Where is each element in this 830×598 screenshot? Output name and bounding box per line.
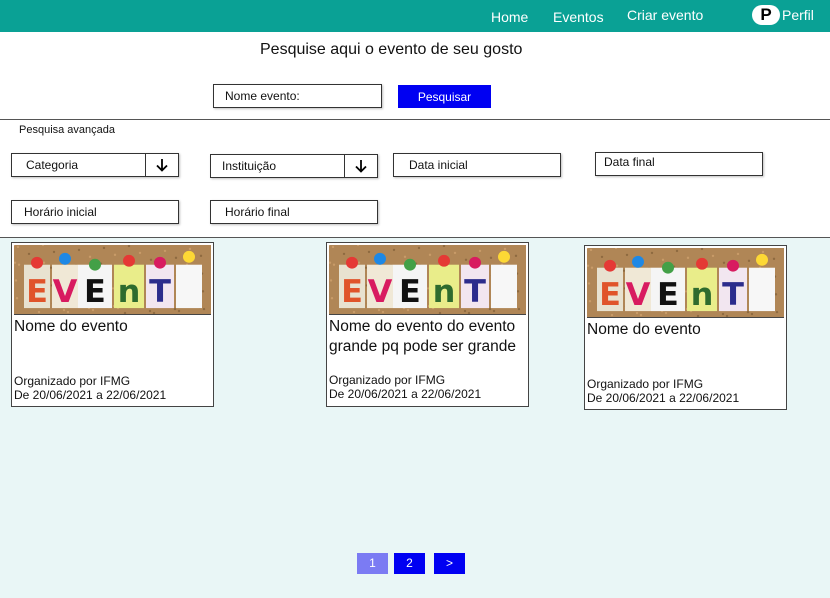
- event-name: Nome do evento: [587, 321, 701, 338]
- event-name: Nome do evento do evento grande pq pode …: [329, 318, 517, 355]
- page-2-button[interactable]: 2: [394, 553, 425, 574]
- event-dates: De 20/06/2021 a 22/06/2021: [587, 391, 740, 405]
- push-pin-icon: [404, 258, 416, 271]
- event-image: EVEnT: [14, 245, 211, 315]
- event-image: EVEnT: [329, 245, 526, 315]
- institution-dropdown[interactable]: Instituição: [210, 154, 378, 178]
- page-1-button[interactable]: 1: [357, 553, 388, 574]
- svg-text:T: T: [464, 274, 486, 310]
- event-name: Nome do evento: [14, 318, 128, 335]
- push-pin-icon: [696, 257, 708, 270]
- push-pin-icon: [604, 259, 616, 272]
- event-image: EVEnT: [587, 248, 784, 318]
- event-corkboard-image: EVEnT: [329, 245, 526, 314]
- svg-text:T: T: [722, 277, 744, 313]
- push-pin-icon: [31, 256, 43, 269]
- end-time-label: Horário final: [225, 205, 290, 219]
- svg-text:E: E: [599, 277, 621, 313]
- push-pin-icon: [346, 256, 358, 269]
- push-pin-icon: [59, 252, 71, 265]
- institution-label: Instituição: [222, 159, 277, 173]
- svg-text:V: V: [368, 274, 393, 310]
- letter-tile: E: [339, 256, 365, 310]
- event-organizer: Organizado por IFMG: [14, 374, 131, 388]
- event-card[interactable]: EVEnT Nome do evento Organizado por IFMG…: [584, 245, 787, 410]
- nav-create-event-link[interactable]: Criar evento: [627, 6, 703, 24]
- event-dates: De 20/06/2021 a 22/06/2021: [329, 387, 482, 401]
- event-dates: De 20/06/2021 a 22/06/2021: [14, 388, 167, 402]
- push-pin-icon: [183, 250, 195, 263]
- start-time-label: Horário inicial: [24, 205, 97, 219]
- search-button[interactable]: Pesquisar: [398, 85, 491, 108]
- svg-text:n: n: [118, 274, 141, 310]
- search-input[interactable]: [213, 84, 382, 108]
- letter-tile: E: [651, 261, 685, 313]
- end-time-field[interactable]: Horário final: [210, 200, 378, 224]
- nav-home-link[interactable]: Home: [491, 8, 528, 26]
- end-date-label: Data final: [604, 155, 655, 169]
- push-pin-icon: [469, 256, 481, 269]
- svg-text:E: E: [341, 274, 363, 310]
- arrow-down-icon: [145, 153, 178, 177]
- start-date-label: Data inicial: [409, 158, 468, 172]
- event-card[interactable]: EVEnT Nome do evento do evento grande pq…: [326, 242, 529, 407]
- top-navbar: Home Eventos Criar evento P Perfil: [0, 0, 830, 32]
- push-pin-icon: [632, 255, 644, 268]
- letter-tile: E: [78, 258, 112, 310]
- arrow-down-icon: [344, 154, 377, 178]
- letter-tile: E: [393, 258, 427, 310]
- letter-tile: T: [146, 256, 174, 310]
- avatar: P: [752, 5, 780, 25]
- start-date-field[interactable]: Data inicial: [393, 153, 561, 177]
- letter-tile: T: [461, 256, 489, 310]
- page-title: Pesquise aqui o evento de seu gosto: [260, 41, 523, 58]
- event-organizer: Organizado por IFMG: [587, 377, 704, 391]
- letter-tile: T: [719, 259, 747, 313]
- push-pin-icon: [756, 253, 768, 266]
- svg-text:n: n: [691, 277, 714, 313]
- svg-text:E: E: [657, 277, 679, 313]
- push-pin-icon: [89, 258, 101, 271]
- nav-profile-link[interactable]: P Perfil: [752, 5, 814, 25]
- push-pin-icon: [438, 254, 450, 267]
- start-time-field[interactable]: Horário inicial: [11, 200, 179, 224]
- svg-text:V: V: [53, 274, 78, 310]
- push-pin-icon: [662, 261, 674, 274]
- svg-text:E: E: [26, 274, 48, 310]
- push-pin-icon: [727, 259, 739, 272]
- event-corkboard-image: EVEnT: [587, 248, 784, 317]
- event-corkboard-image: EVEnT: [14, 245, 211, 314]
- category-dropdown[interactable]: Categoria: [11, 153, 179, 177]
- advanced-search-title: Pesquisa avançada: [19, 124, 116, 136]
- svg-text:T: T: [149, 274, 171, 310]
- letter-tile: E: [24, 256, 50, 310]
- event-card[interactable]: EVEnT Nome do evento Organizado por IFMG…: [11, 242, 214, 407]
- push-pin-icon: [374, 252, 386, 265]
- push-pin-icon: [123, 254, 135, 267]
- next-page-button[interactable]: >: [434, 553, 465, 574]
- event-organizer: Organizado por IFMG: [329, 373, 446, 387]
- nav-events-link[interactable]: Eventos: [553, 8, 604, 26]
- svg-text:E: E: [399, 274, 421, 310]
- end-date-field[interactable]: Data final: [595, 152, 763, 176]
- svg-text:V: V: [626, 277, 651, 313]
- letter-tile: E: [597, 259, 623, 313]
- category-label: Categoria: [26, 158, 79, 172]
- profile-label: Perfil: [782, 7, 814, 23]
- svg-text:E: E: [84, 274, 106, 310]
- divider: [0, 119, 830, 120]
- push-pin-icon: [154, 256, 166, 269]
- svg-text:n: n: [433, 274, 456, 310]
- push-pin-icon: [498, 250, 510, 263]
